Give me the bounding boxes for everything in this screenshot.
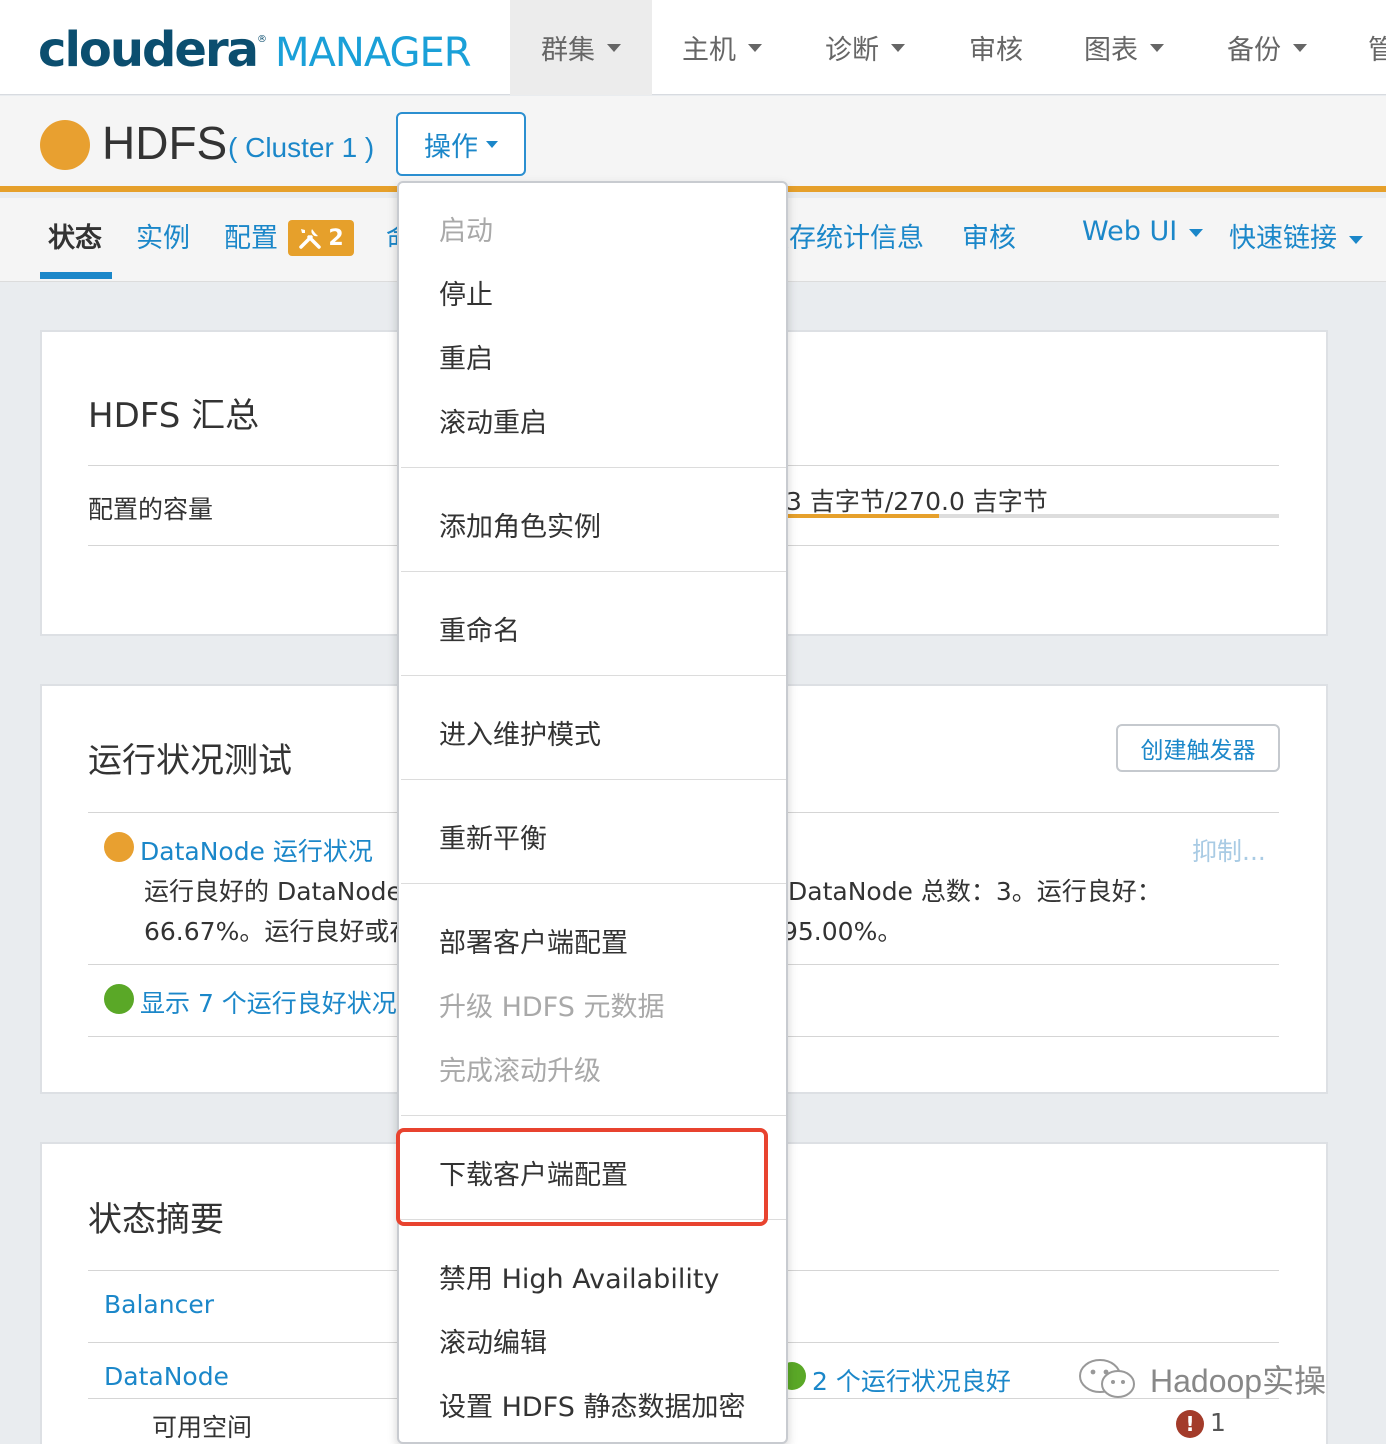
status-summary-title: 状态摘要 [88,1200,224,1240]
nav-diagnostics-label: 诊断 [825,35,879,66]
nav-backup-label: 备份 [1227,35,1281,66]
alert-icon[interactable]: ! [1176,1410,1204,1438]
nav-admin[interactable]: 管 [1368,0,1386,95]
service-name: HDFS [102,117,228,169]
watermark-text: Hadoop实操 [1150,1363,1327,1399]
menu-item-upgrade-hdfs-metadata: 升级 HDFS 元数据 [439,992,665,1023]
registered-mark: ® [257,34,268,45]
chevron-down-icon [1150,43,1164,52]
configured-capacity-value: 3 吉字节/270.0 吉字节 [786,487,1048,516]
show-good-health-link[interactable]: 显示 7 个运行良好状况 [140,984,397,1020]
tab-web-ui-label: Web UI [1082,216,1178,247]
health-desc-line2-right: 95.00%。 [782,917,903,946]
nav-clusters[interactable]: 群集 [510,0,652,95]
config-issues-badge[interactable]: 2 [288,220,354,256]
health-desc-line1-left: 运行良好的 DataNode [144,877,402,906]
menu-item-deploy-client-config[interactable]: 部署客户端配置 [439,921,628,960]
menu-item-disable-high-availability[interactable]: 禁用 High Availability [439,1257,719,1296]
config-issues-count: 2 [328,225,344,251]
alert-count: 1 [1210,1408,1226,1437]
warning-status-dot [104,832,134,862]
datanode-good-count-link[interactable]: 2 个运行状况良好 [812,1362,1011,1398]
capacity-bar-fill [786,514,939,518]
menu-item-rebalance[interactable]: 重新平衡 [439,817,547,856]
chevron-down-icon [891,43,905,52]
summary-title: HDFS 汇总 [88,396,260,436]
actions-dropdown-button[interactable]: 操作 [396,112,526,176]
menu-item-finalize-rolling-upgrade: 完成滚动升级 [439,1056,601,1087]
menu-item-restart[interactable]: 重启 [439,337,493,376]
datanode-link[interactable]: DataNode [104,1362,229,1391]
nav-charts-label: 图表 [1084,35,1138,66]
tab-quick-links[interactable]: 快速链接 [1229,216,1363,255]
wechat-icon [1079,1359,1135,1398]
cloudera-manager-logo[interactable]: cloudera ® MANAGER [38,22,472,78]
nav-admin-label: 管 [1368,35,1386,66]
tab-instances[interactable]: 实例 [136,216,190,255]
menu-item-hdfs-data-at-rest-encryption[interactable]: 设置 HDFS 静态数据加密 [439,1385,745,1424]
nav-backup[interactable]: 备份 [1227,0,1307,95]
nav-hosts[interactable]: 主机 [682,0,762,95]
download-client-config-highlight [396,1128,768,1226]
actions-dropdown-menu: 启动 停止 重启 滚动重启 添加角色实例 重命名 进入维护模式 重新平衡 部署客… [397,181,788,1444]
tab-configuration[interactable]: 配置 [224,216,278,255]
nav-audits-label: 审核 [969,35,1023,66]
nav-diagnostics[interactable]: 诊断 [825,0,905,95]
free-space-label: 可用空间 [152,1413,253,1442]
wrench-screwdriver-icon [299,229,322,249]
datanode-health-link[interactable]: DataNode 运行状况 [140,832,373,868]
menu-divider [401,883,786,884]
wechat-watermark: Hadoop实操 [1076,1356,1326,1402]
logo-brand: cloudera [38,22,259,78]
active-tab-indicator [40,272,112,279]
chevron-down-icon [1293,43,1307,52]
menu-item-rename[interactable]: 重命名 [439,609,520,648]
balancer-link[interactable]: Balancer [104,1290,214,1319]
tab-audits[interactable]: 审核 [962,216,1016,255]
nav-charts[interactable]: 图表 [1084,0,1164,95]
nav-clusters-label: 群集 [541,35,595,66]
create-trigger-button[interactable]: 创建触发器 [1116,724,1280,772]
health-tests-title: 运行状况测试 [88,741,292,781]
chevron-down-icon [607,43,621,52]
nav-audits[interactable]: 审核 [969,0,1023,95]
cluster-link[interactable]: ( Cluster 1 ) [228,132,374,164]
chevron-down-icon [748,43,762,52]
actions-label: 操作 [424,131,478,163]
menu-item-stop[interactable]: 停止 [439,273,493,312]
health-desc-line1-right: DataNode 总数：3。运行良好： [788,877,1162,906]
menu-item-rolling-restart[interactable]: 滚动重启 [439,401,547,440]
good-status-dot [104,984,134,1014]
top-navigation-bar: cloudera ® MANAGER 群集 主机 诊断 审核 图表 备份 管 [0,0,1386,95]
health-desc-line2-left: 66.67%。运行良好或存 [144,917,415,946]
suppress-link[interactable]: 抑制... [1192,832,1266,868]
menu-item-start: 启动 [439,216,493,247]
chevron-down-icon [486,140,498,148]
service-status-dot [40,120,90,170]
menu-divider [401,467,786,468]
tab-quick-links-label: 快速链接 [1229,223,1337,254]
menu-divider [401,571,786,572]
menu-item-roll-edits[interactable]: 滚动编辑 [439,1321,547,1360]
menu-divider [401,675,786,676]
menu-item-add-role-instances[interactable]: 添加角色实例 [439,505,601,544]
tab-web-ui[interactable]: Web UI [1082,216,1204,247]
menu-item-enter-maintenance-mode[interactable]: 进入维护模式 [439,713,601,752]
configured-capacity-label: 配置的容量 [88,495,214,524]
chevron-down-icon [1349,235,1363,244]
chevron-down-icon [1189,228,1204,237]
nav-hosts-label: 主机 [682,35,736,66]
menu-divider [401,779,786,780]
tab-status[interactable]: 状态 [48,216,102,255]
menu-divider [401,1115,786,1116]
logo-product: MANAGER [275,30,472,76]
